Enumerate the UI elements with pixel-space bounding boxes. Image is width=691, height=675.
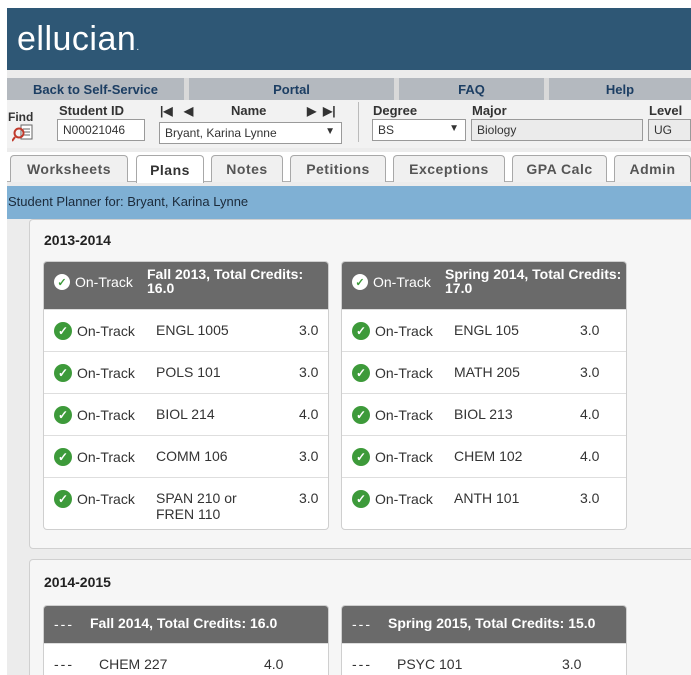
term-status: --- bbox=[54, 616, 74, 632]
check-icon: ✓ bbox=[352, 364, 370, 382]
term-card: --- Spring 2015, Total Credits: 15.0 ---… bbox=[341, 605, 627, 675]
course-row[interactable]: ✓ On-Track ENGL 105 3.0 bbox=[342, 309, 626, 351]
check-icon: ✓ bbox=[352, 448, 370, 466]
level-label: Level bbox=[649, 103, 683, 118]
year-panel: 2013-2014 ✓ On-Track Fall 2013, Total Cre… bbox=[29, 219, 691, 549]
faq-button[interactable]: FAQ bbox=[399, 78, 549, 100]
check-icon: ✓ bbox=[54, 448, 72, 466]
student-id-field[interactable]: N00021046 bbox=[57, 119, 145, 141]
planner-title-bar: Student Planner for: Bryant, Karina Lynn… bbox=[7, 186, 691, 219]
course-row[interactable]: ✓ On-Track ENGL 1005 3.0 bbox=[44, 309, 328, 351]
tab-gpa-calc[interactable]: GPA Calc bbox=[512, 155, 607, 182]
term-card: --- Fall 2014, Total Credits: 16.0 --- CH… bbox=[43, 605, 329, 675]
course-row[interactable]: ✓ On-Track BIOL 214 4.0 bbox=[44, 393, 328, 435]
back-to-self-service-button[interactable]: Back to Self-Service bbox=[7, 78, 189, 100]
next-record-icon[interactable]: ▶ bbox=[307, 104, 316, 118]
term-header: ✓ On-Track Spring 2014, Total Credits: 17… bbox=[342, 262, 626, 309]
term-status: ✓ On-Track bbox=[54, 274, 133, 290]
check-icon: ✓ bbox=[54, 322, 72, 340]
course-row[interactable]: ✓ On-Track COMM 106 3.0 bbox=[44, 435, 328, 477]
divider bbox=[358, 102, 359, 142]
term-card: ✓ On-Track Spring 2014, Total Credits: 17… bbox=[341, 261, 627, 530]
check-icon: ✓ bbox=[352, 322, 370, 340]
tab-admin[interactable]: Admin bbox=[614, 155, 691, 182]
term-card: ✓ On-Track Fall 2013, Total Credits: 16.0… bbox=[43, 261, 329, 530]
ellucian-logo: ellucian. bbox=[17, 20, 140, 58]
term-status: --- bbox=[352, 616, 372, 632]
tab-worksheets[interactable]: Worksheets bbox=[10, 155, 128, 182]
student-context-row: Find Student ID N00021046 |◀ ◀ Name ▶ ▶|… bbox=[7, 100, 691, 148]
app-window: ellucian. Back to Self-Service Portal FA… bbox=[7, 8, 691, 675]
level-field: UG bbox=[648, 119, 691, 141]
tab-plans[interactable]: Plans bbox=[136, 155, 204, 183]
check-icon: ✓ bbox=[54, 490, 72, 508]
term-title: Spring 2014, Total Credits: 17.0 bbox=[445, 266, 622, 296]
course-row[interactable]: ✓ On-Track SPAN 210 or FREN 110 3.0 bbox=[44, 477, 328, 529]
major-label: Major bbox=[472, 103, 507, 118]
student-name-select[interactable]: Bryant, Karina Lynne ▼ bbox=[159, 122, 342, 144]
degree-select[interactable]: BS ▼ bbox=[372, 119, 466, 141]
check-icon: ✓ bbox=[352, 490, 370, 508]
year-title: 2014-2015 bbox=[44, 574, 111, 590]
planner-title: Student Planner for: Bryant, Karina Lynn… bbox=[8, 194, 249, 209]
check-icon: ✓ bbox=[352, 274, 368, 290]
year-title: 2013-2014 bbox=[44, 232, 111, 248]
course-row[interactable]: ✓ On-Track POLS 101 3.0 bbox=[44, 351, 328, 393]
name-label: Name bbox=[231, 103, 267, 118]
check-icon: ✓ bbox=[54, 406, 72, 424]
year-panel: 2014-2015 --- Fall 2014, Total Credits: … bbox=[29, 559, 691, 675]
term-title: Spring 2015, Total Credits: 15.0 bbox=[388, 615, 596, 631]
course-row[interactable]: ✓ On-Track ANTH 101 3.0 bbox=[342, 477, 626, 529]
student-id-label: Student ID bbox=[59, 103, 124, 118]
course-row[interactable]: --- CHEM 227 4.0 bbox=[44, 643, 328, 675]
check-icon: ✓ bbox=[54, 364, 72, 382]
major-field: Biology bbox=[471, 119, 643, 141]
header-bar: ellucian. bbox=[7, 8, 691, 70]
check-icon: ✓ bbox=[352, 406, 370, 424]
term-header: --- Fall 2014, Total Credits: 16.0 bbox=[44, 606, 328, 643]
term-title: Fall 2013, Total Credits: 16.0 bbox=[147, 266, 304, 296]
last-record-icon[interactable]: ▶| bbox=[323, 104, 336, 118]
find-icon[interactable] bbox=[11, 124, 34, 147]
portal-button[interactable]: Portal bbox=[189, 78, 399, 100]
course-row[interactable]: ✓ On-Track BIOL 213 4.0 bbox=[342, 393, 626, 435]
course-row[interactable]: ✓ On-Track MATH 205 3.0 bbox=[342, 351, 626, 393]
term-header: --- Spring 2015, Total Credits: 15.0 bbox=[342, 606, 626, 643]
course-row[interactable]: ✓ On-Track CHEM 102 4.0 bbox=[342, 435, 626, 477]
first-record-icon[interactable]: |◀ bbox=[160, 104, 173, 118]
term-title: Fall 2014, Total Credits: 16.0 bbox=[90, 615, 278, 631]
tab-notes[interactable]: Notes bbox=[211, 155, 283, 182]
check-icon: ✓ bbox=[54, 274, 70, 290]
term-header: ✓ On-Track Fall 2013, Total Credits: 16.0 bbox=[44, 262, 328, 309]
course-row[interactable]: --- PSYC 101 3.0 bbox=[342, 643, 626, 675]
previous-record-icon[interactable]: ◀ bbox=[184, 104, 193, 118]
term-status: ✓ On-Track bbox=[352, 274, 431, 290]
tab-bar: Worksheets Plans Notes Petitions Excepti… bbox=[7, 152, 691, 183]
degree-label: Degree bbox=[373, 103, 418, 118]
tab-petitions[interactable]: Petitions bbox=[290, 155, 386, 182]
find-label: Find bbox=[8, 110, 34, 124]
tab-exceptions[interactable]: Exceptions bbox=[393, 155, 505, 182]
help-button[interactable]: Help bbox=[549, 78, 691, 100]
top-nav: Back to Self-Service Portal FAQ Help bbox=[7, 78, 691, 100]
